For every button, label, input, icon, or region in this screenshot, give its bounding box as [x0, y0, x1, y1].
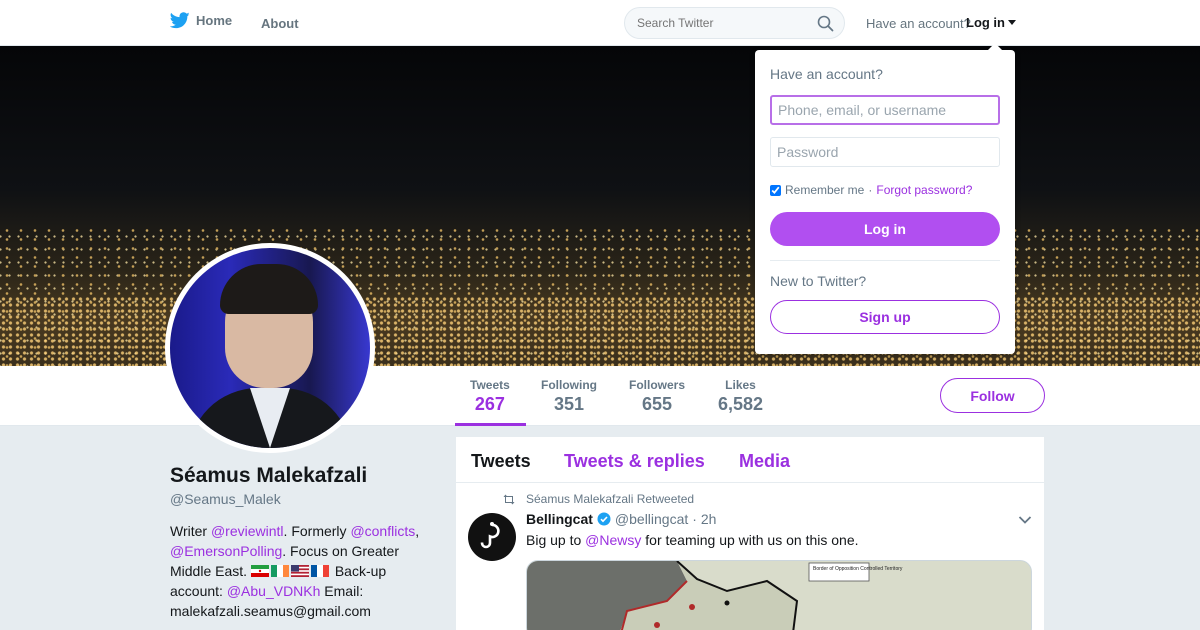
- map-image: Border of Opposition Controlled Territor…: [527, 561, 1031, 630]
- bio-link-emersonpolling[interactable]: @EmersonPolling: [170, 543, 282, 559]
- tweet-header: Bellingcat @bellingcat · 2h: [526, 511, 716, 527]
- retweet-context: Séamus Malekafzali Retweeted: [502, 492, 694, 506]
- tab-tweets[interactable]: Tweets: [471, 451, 531, 472]
- login-toggle-label: Log in: [966, 15, 1005, 30]
- login-button[interactable]: Log in: [770, 212, 1000, 246]
- follow-button[interactable]: Follow: [940, 378, 1045, 413]
- search-input[interactable]: [637, 16, 807, 30]
- active-stat-underline: [455, 423, 526, 426]
- stat-value: 267: [474, 394, 505, 414]
- stat-label: Likes: [725, 378, 756, 392]
- tweet-mention-newsy[interactable]: @Newsy: [585, 532, 641, 548]
- stat-likes[interactable]: Likes 6,582: [718, 378, 763, 415]
- stat-value: 351: [553, 394, 585, 414]
- tweet-media-map[interactable]: Border of Opposition Controlled Territor…: [526, 560, 1032, 630]
- dropdown-arrow: [987, 43, 1003, 51]
- avatar-photo: [170, 248, 370, 448]
- tweet-author-avatar[interactable]: [468, 513, 516, 561]
- top-nav: Home About Have an account? Log in: [0, 0, 1200, 46]
- remember-me-row: Remember me · Forgot password?: [770, 183, 972, 197]
- bio-link-conflicts[interactable]: @conflicts: [350, 523, 415, 539]
- tweet-text: Big up to @Newsy for teaming up with us …: [526, 532, 859, 548]
- divider: [770, 260, 1000, 261]
- nav-home-link[interactable]: Home: [170, 12, 232, 29]
- password-field[interactable]: [770, 137, 1000, 167]
- stat-value: 6,582: [718, 394, 764, 414]
- timeline-tabs: Tweets Tweets & replies Media: [456, 437, 1044, 483]
- verified-badge-icon: [597, 512, 611, 526]
- avatar-hair: [220, 264, 318, 314]
- tab-tweets-and-replies[interactable]: Tweets & replies: [564, 451, 705, 472]
- ireland-flag-icon: [270, 565, 289, 577]
- profile-bio: Writer @reviewintl. Formerly @conflicts,…: [170, 521, 430, 621]
- bio-link-reviewintl[interactable]: @reviewintl: [211, 523, 284, 539]
- stat-tweets[interactable]: Tweets 267: [470, 378, 510, 415]
- bio-text: ,: [415, 523, 420, 539]
- tab-media[interactable]: Media: [739, 451, 790, 472]
- search-icon[interactable]: [817, 15, 834, 32]
- profile-name[interactable]: Séamus Malekafzali: [170, 464, 367, 488]
- have-account-text: Have an account?: [866, 16, 971, 31]
- tweet-author-handle[interactable]: @bellingcat: [615, 511, 688, 527]
- stat-value: 655: [641, 394, 673, 414]
- signup-button[interactable]: Sign up: [770, 300, 1000, 334]
- stat-label: Followers: [629, 378, 686, 392]
- search-box: [624, 7, 845, 39]
- avatar[interactable]: [165, 243, 375, 453]
- usa-flag-icon: [290, 565, 309, 577]
- nav-about-link[interactable]: About: [261, 16, 299, 31]
- tweet-text-part: Big up to: [526, 532, 586, 548]
- retweet-label: Séamus Malekafzali Retweeted: [526, 492, 695, 506]
- nav-home-label: Home: [196, 13, 233, 28]
- stat-followers[interactable]: Followers 655: [629, 378, 685, 415]
- bellingcat-logo-icon: [480, 522, 500, 549]
- username-field[interactable]: [770, 95, 1000, 125]
- bio-link-abu-vdnkh[interactable]: @Abu_VDNKh: [227, 583, 321, 599]
- stat-following[interactable]: Following 351: [541, 378, 597, 415]
- tweet-text-part: for teaming up with us on this one.: [641, 532, 859, 548]
- timeline: Tweets Tweets & replies Media Séamus Mal…: [456, 437, 1044, 630]
- separator: ·: [868, 183, 873, 197]
- france-flag-icon: [310, 565, 329, 577]
- iran-flag-icon: [250, 565, 269, 577]
- retweet-icon: [503, 494, 515, 504]
- remember-me-label[interactable]: Remember me: [785, 183, 864, 197]
- profile-handle[interactable]: @Seamus_Malek: [170, 491, 281, 507]
- login-dropdown-toggle[interactable]: Log in: [966, 15, 1016, 30]
- tweet-author-name[interactable]: Bellingcat: [526, 511, 593, 527]
- stat-label: Following: [541, 378, 597, 392]
- caret-down-icon: [1008, 20, 1016, 25]
- twitter-bird-icon: [170, 12, 190, 29]
- login-dropdown: Have an account? Remember me · Forgot pa…: [755, 43, 1015, 354]
- map-legend-label: Border of Opposition Controlled Territor…: [813, 566, 903, 572]
- tweet-time[interactable]: · 2h: [692, 511, 716, 527]
- chevron-down-icon[interactable]: [1018, 515, 1032, 525]
- bio-text: . Formerly: [283, 523, 351, 539]
- remember-me-checkbox[interactable]: [770, 184, 781, 196]
- dropdown-title: Have an account?: [770, 66, 883, 82]
- forgot-password-link[interactable]: Forgot password?: [876, 183, 972, 197]
- bio-text: Writer: [170, 523, 211, 539]
- stat-label: Tweets: [470, 378, 510, 392]
- new-to-twitter-text: New to Twitter?: [770, 273, 867, 289]
